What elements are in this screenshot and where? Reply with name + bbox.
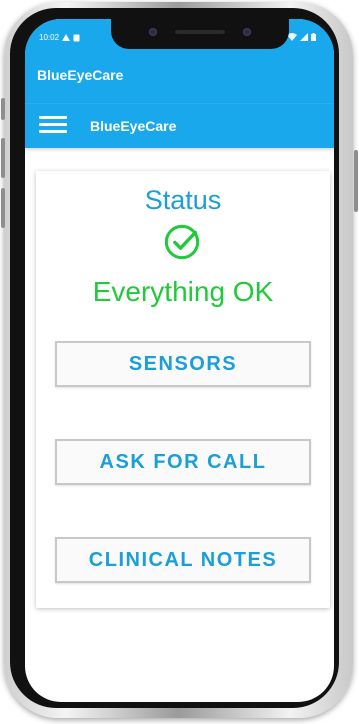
- sensors-button[interactable]: SENSORS: [55, 341, 311, 387]
- battery-icon: [311, 33, 316, 41]
- navigation-icon: [62, 34, 71, 41]
- ask-for-call-button[interactable]: ASK FOR CALL: [55, 439, 311, 485]
- sim-icon: [73, 34, 80, 41]
- side-button-mute: [1, 98, 5, 120]
- status-heading: Status: [144, 185, 222, 215]
- status-message: Everything OK: [92, 276, 274, 307]
- front-camera-icon: [149, 28, 157, 36]
- status-bar-left: 10:02: [39, 33, 80, 42]
- status-card: Status Everything OK SENSORS ASK FOR CAL…: [36, 171, 330, 608]
- hamburger-menu-icon[interactable]: [39, 116, 67, 136]
- status-bar-right: [287, 33, 316, 41]
- signal-icon: [300, 33, 308, 41]
- phone-notch: [111, 19, 289, 49]
- sensor-icon: [243, 28, 251, 36]
- clock: 10:02: [39, 33, 60, 42]
- side-button-power: [354, 150, 358, 212]
- phone-screen: 10:02 BlueEyeCare BlueEyeCare Status Eve…: [25, 19, 334, 702]
- toolbar-title: BlueEyeCare: [90, 118, 177, 134]
- side-button-volume-down: [1, 188, 5, 228]
- side-button-volume-up: [1, 138, 5, 178]
- earpiece-speaker: [175, 30, 225, 34]
- device-mockup: 10:02 BlueEyeCare BlueEyeCare Status Eve…: [0, 0, 359, 724]
- clinical-notes-button[interactable]: CLINICAL NOTES: [55, 537, 311, 583]
- check-circle-icon: [164, 224, 200, 260]
- app-name-label: BlueEyeCare: [37, 67, 124, 83]
- app-toolbar: BlueEyeCare: [25, 103, 334, 148]
